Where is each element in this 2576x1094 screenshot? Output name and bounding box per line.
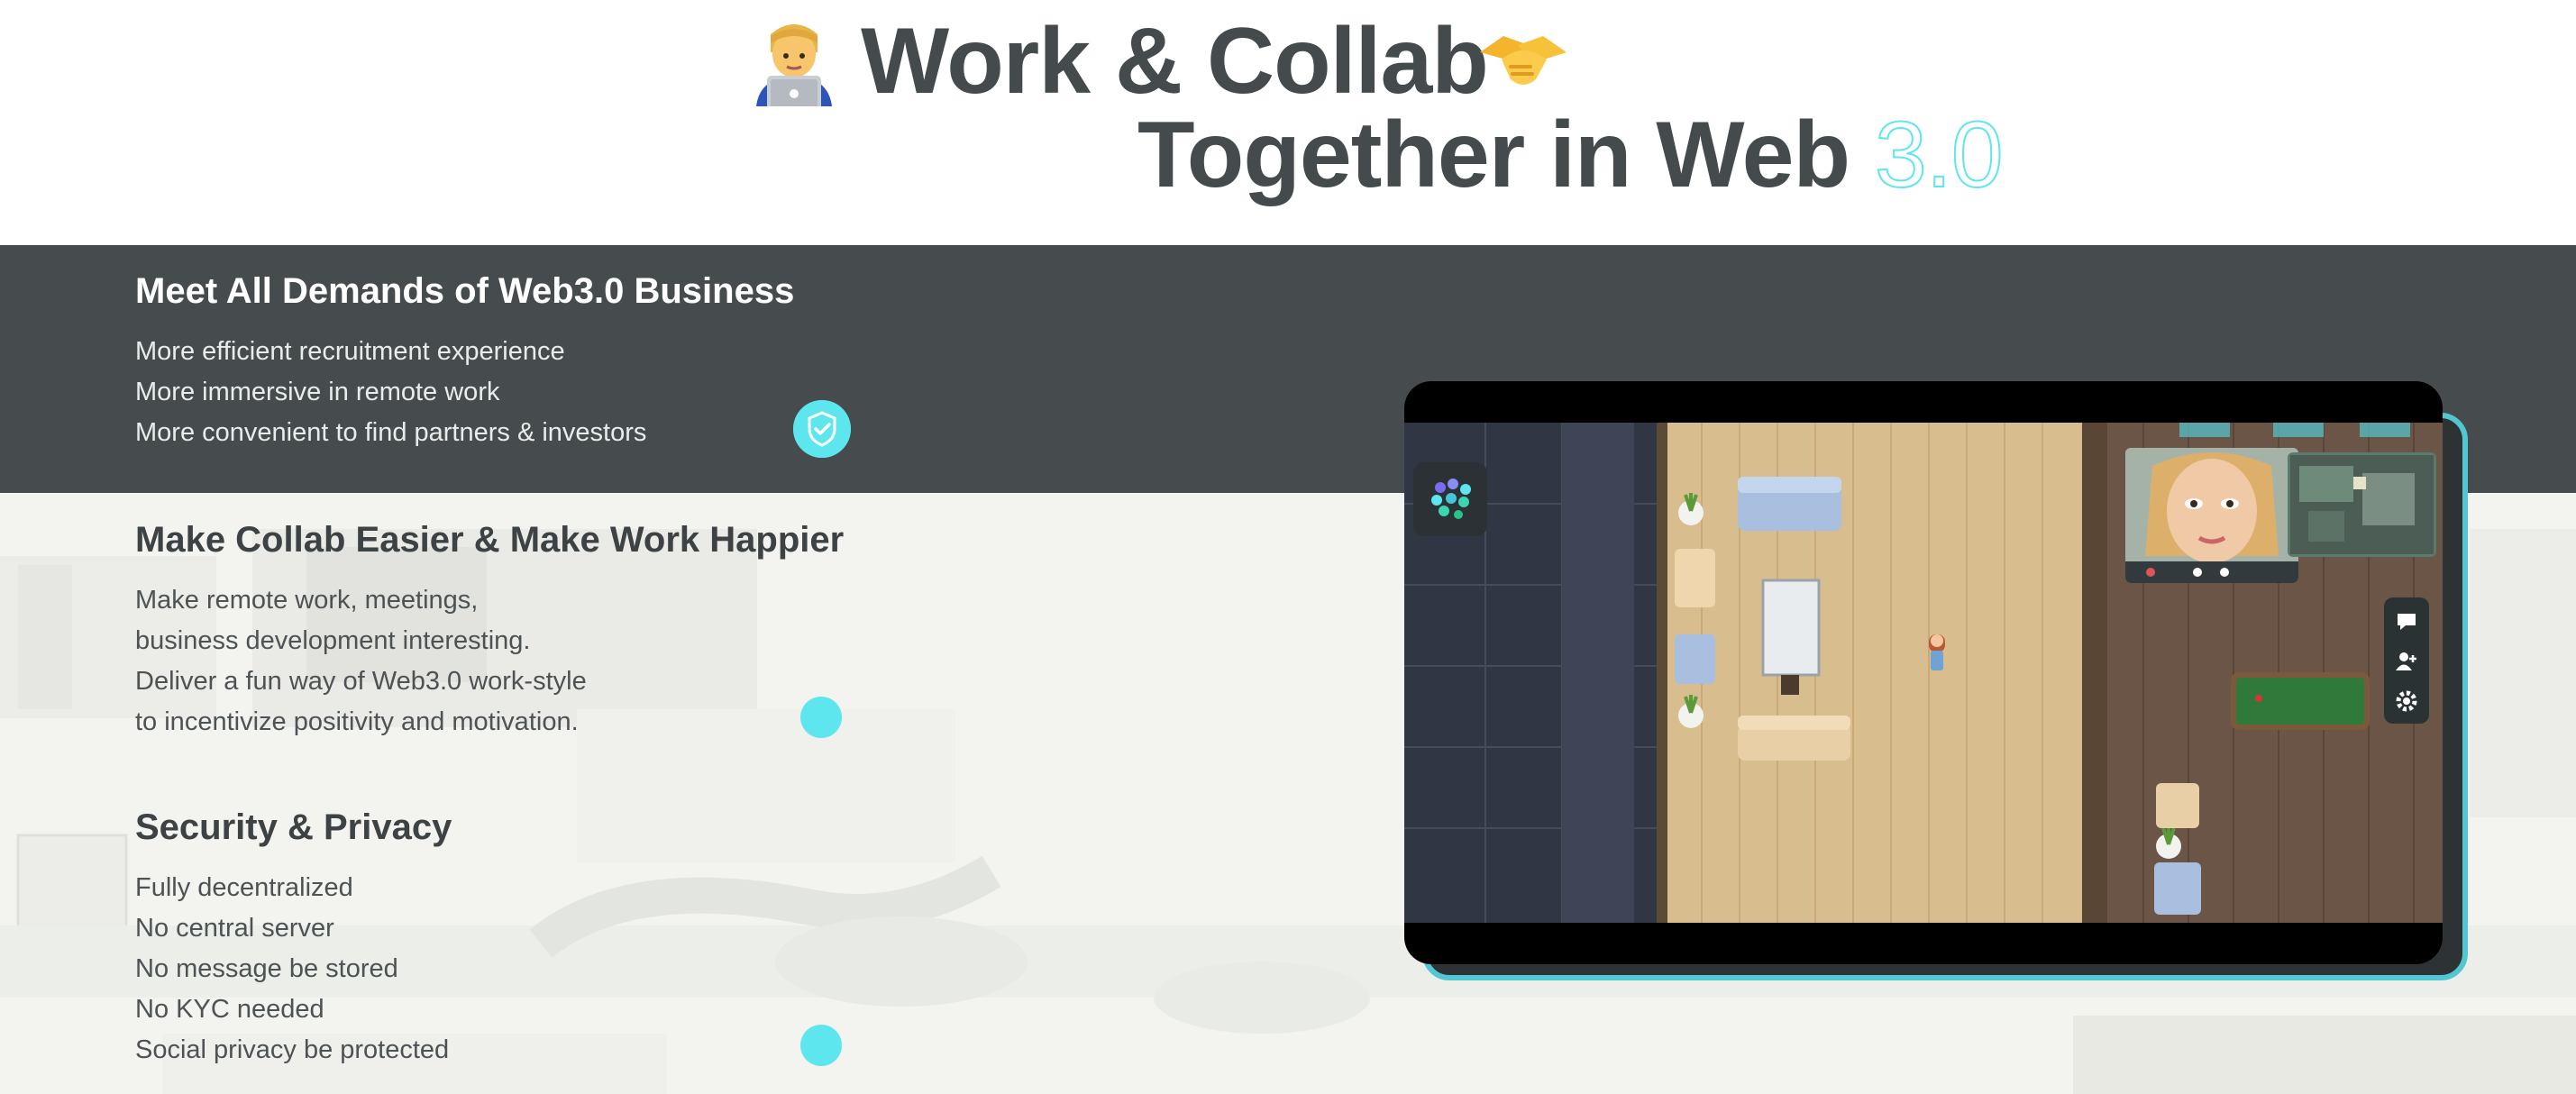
- settings-icon[interactable]: [2393, 688, 2420, 715]
- feature-line: No KYC needed: [135, 995, 324, 1024]
- feature-title: Security & Privacy: [135, 807, 452, 847]
- add-user-icon[interactable]: [2393, 648, 2420, 675]
- minimap[interactable]: [2288, 452, 2436, 557]
- feature-title: Make Collab Easier & Make Work Happier: [135, 520, 845, 560]
- technologist-icon: [751, 16, 837, 112]
- app-menu-icon[interactable]: [1413, 462, 1487, 536]
- timeline-dot[interactable]: [800, 1025, 842, 1066]
- feature-line: More efficient recruitment experience: [135, 337, 565, 366]
- feature-line: Deliver a fun way of Web3.0 work-style: [135, 667, 587, 696]
- hero-title-line2: Together in Web 3.0: [1137, 107, 2005, 203]
- feature-line: Social privacy be protected: [135, 1035, 450, 1064]
- game-screenshot: [1404, 381, 2443, 964]
- feature-line: Make remote work, meetings,: [135, 586, 479, 615]
- hero-section: Work & Collab Together in Web 3.0: [0, 0, 2576, 245]
- avatar: [2125, 448, 2298, 583]
- timeline-dot[interactable]: [800, 697, 842, 738]
- timeline-dot-active[interactable]: [793, 400, 851, 458]
- hero-title-outline: 3.0: [1874, 103, 2005, 207]
- feature-line: Fully decentralized: [135, 873, 353, 902]
- feature-line: business development interesting.: [135, 626, 531, 655]
- feature-line: More convenient to find partners & inves…: [135, 418, 647, 447]
- feature-line: to incentivize positivity and motivation…: [135, 707, 579, 736]
- video-chat-card[interactable]: [2125, 448, 2298, 583]
- feature-business: Meet All Demands of Web3.0 Business More…: [135, 270, 794, 453]
- side-toolbar: [2384, 597, 2429, 724]
- feature-line: No central server: [135, 914, 334, 943]
- feature-collab: Make Collab Easier & Make Work Happier M…: [135, 519, 844, 743]
- hero-title-prefix: Together in Web: [1137, 103, 1850, 207]
- chat-icon[interactable]: [2393, 608, 2420, 635]
- shield-check-icon: [793, 400, 851, 458]
- feature-line: More immersive in remote work: [135, 378, 500, 406]
- feature-title: Meet All Demands of Web3.0 Business: [135, 271, 795, 311]
- hero-title-line1: Work & Collab: [861, 9, 1489, 114]
- feature-security: Security & Privacy Fully decentralized N…: [135, 807, 452, 1071]
- feature-line: No message be stored: [135, 954, 398, 983]
- handshake-icon: [1476, 25, 1570, 97]
